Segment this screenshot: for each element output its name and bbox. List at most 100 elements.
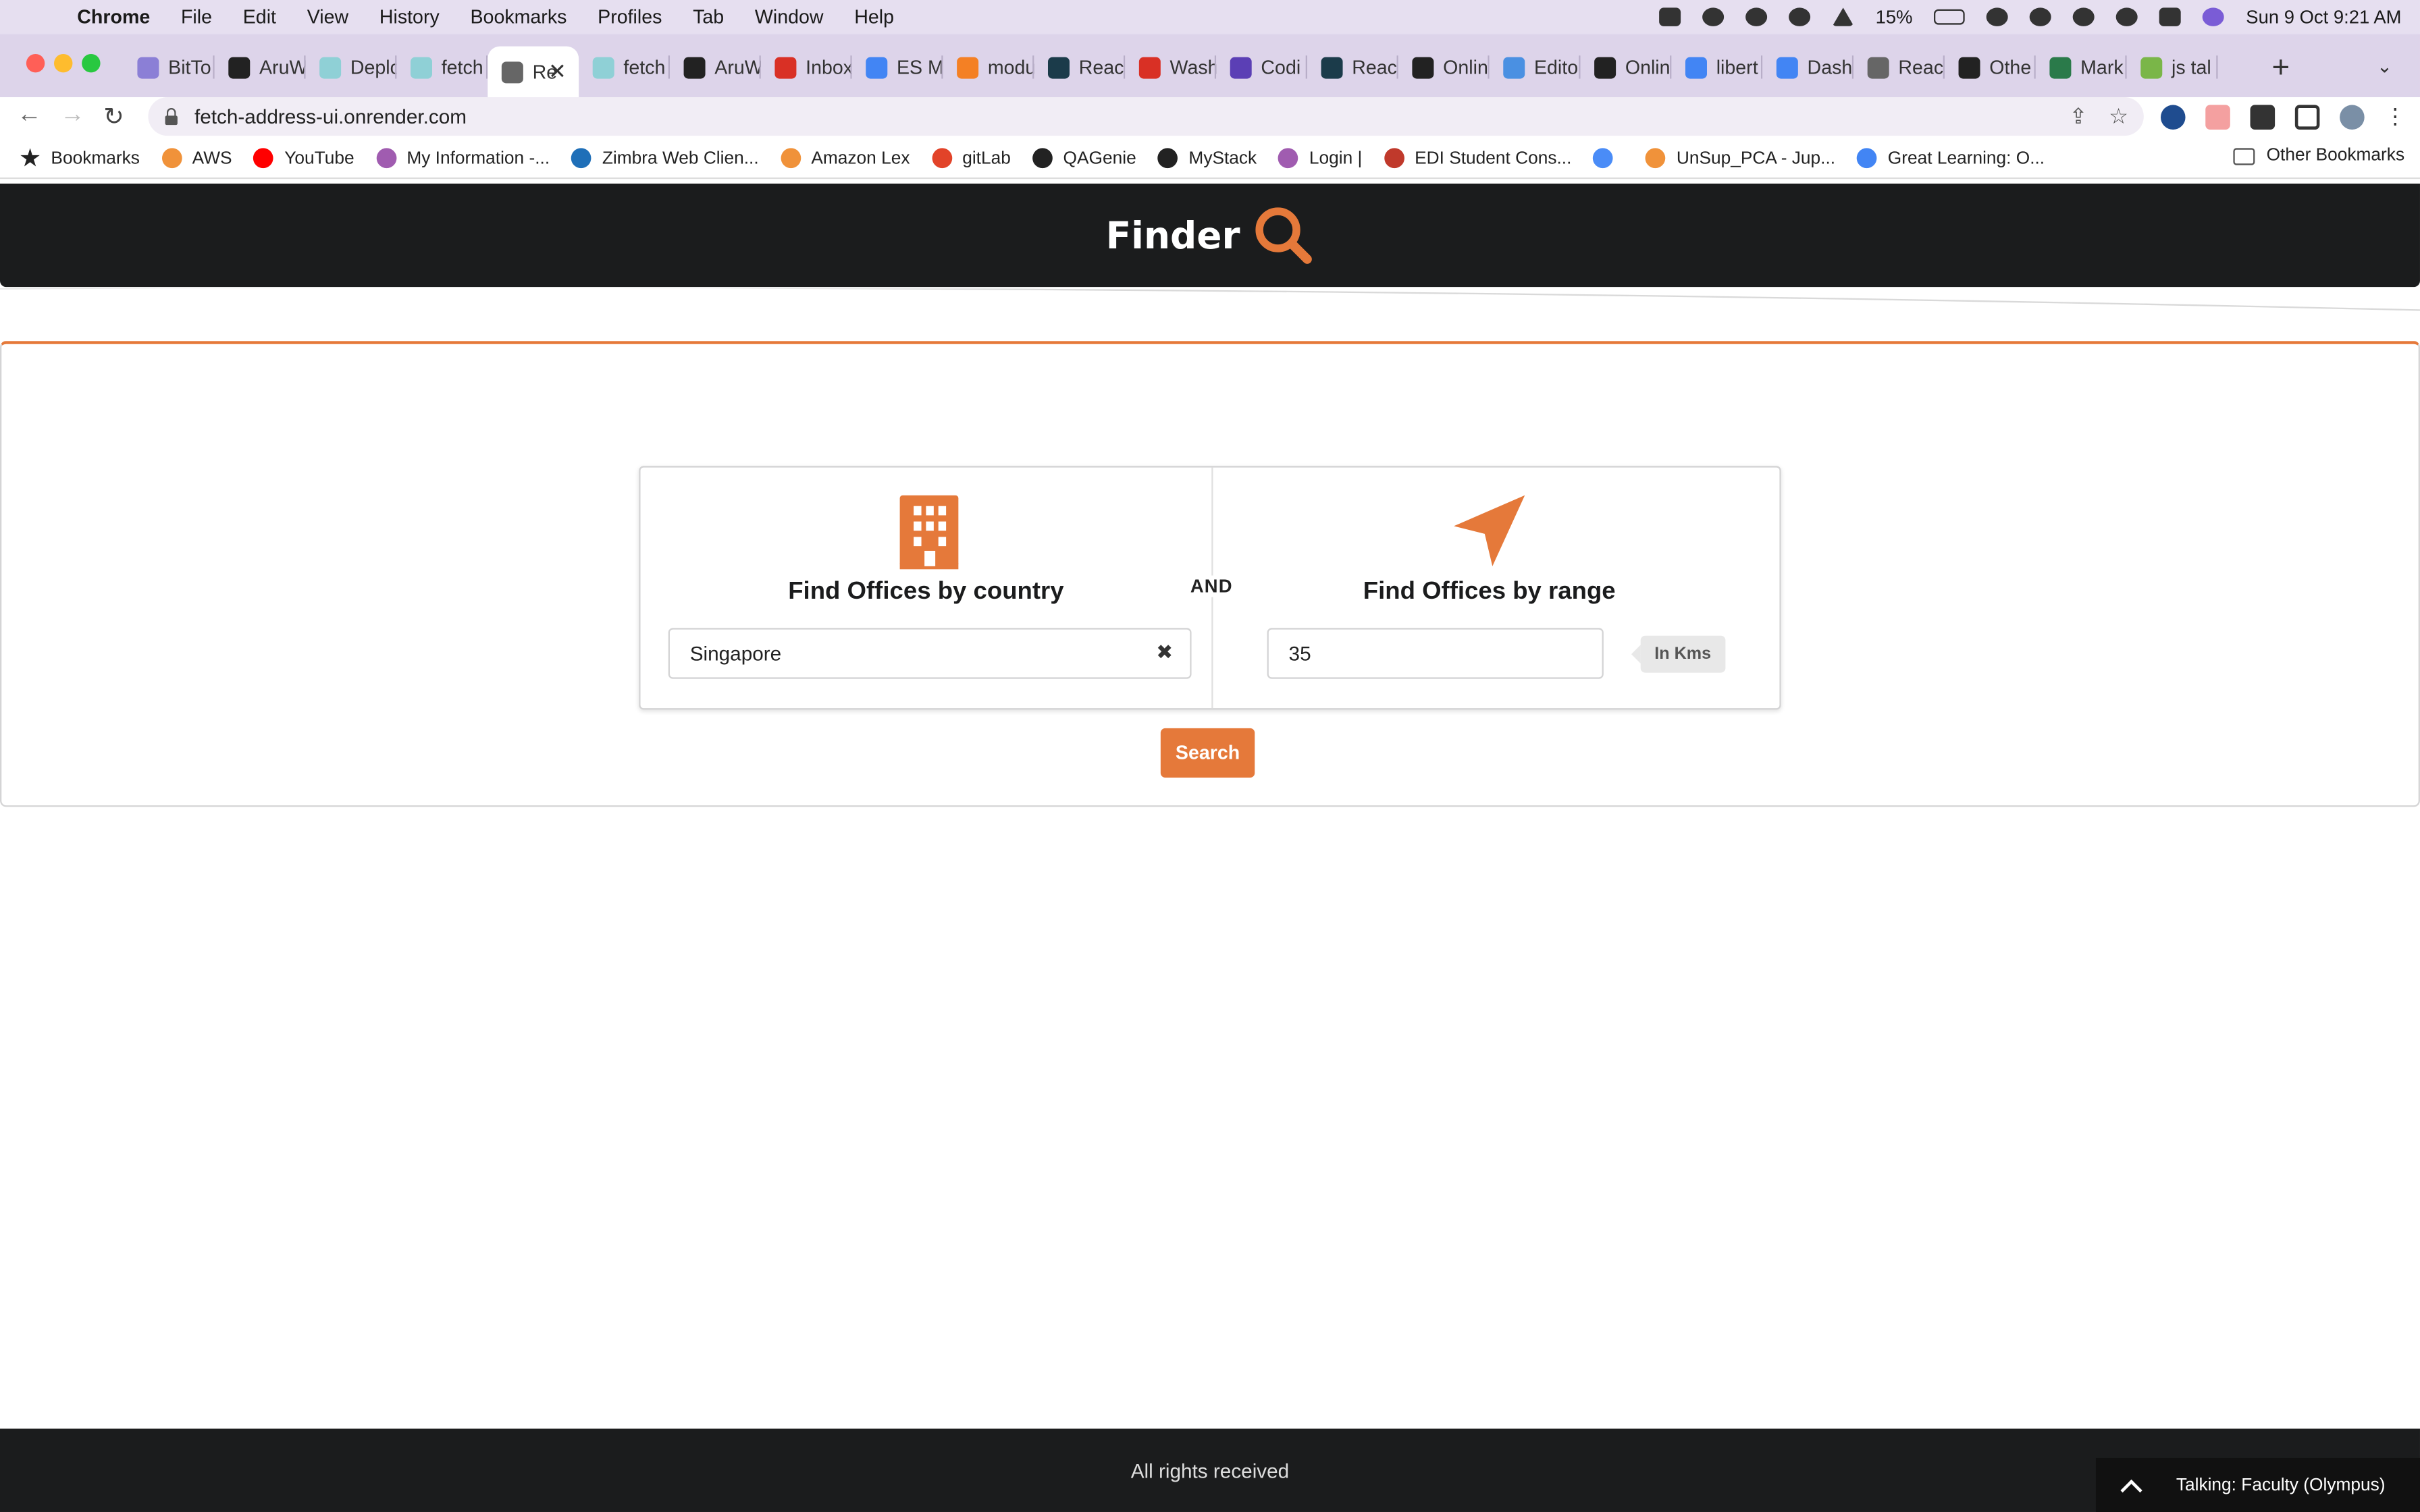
menu-item-view[interactable]: View [307, 6, 348, 28]
sync-icon[interactable] [1789, 7, 1811, 26]
browser-tab[interactable]: Onlin [1581, 47, 1672, 88]
browser-tab[interactable]: fetch [396, 47, 488, 88]
browser-tab[interactable]: Edito [1490, 47, 1581, 88]
side-panel-icon[interactable] [2294, 104, 2320, 129]
chevron-up-icon[interactable] [2120, 1478, 2142, 1501]
clear-icon[interactable]: ✖ [1156, 641, 1173, 666]
browser-tab[interactable]: ES M [852, 47, 943, 88]
new-tab-icon[interactable]: + [2272, 51, 2290, 86]
camera-icon[interactable] [1659, 7, 1681, 26]
bookmark-item[interactable]: MyStack [1157, 148, 1257, 169]
wifi-icon[interactable] [1987, 7, 2009, 26]
bookmark-item[interactable]: UnSup_PCA - Jup... [1646, 148, 1835, 169]
menu-item-bookmarks[interactable]: Bookmarks [470, 6, 567, 28]
bookmark-item[interactable]: EDI Student Cons... [1384, 148, 1571, 169]
menu-item-history[interactable]: History [379, 6, 440, 28]
browser-tab[interactable]: Re ✕ [488, 46, 579, 97]
section-divider [0, 288, 2420, 311]
minimize-window-button[interactable] [53, 53, 73, 73]
browser-tab[interactable]: AruW [670, 47, 761, 88]
avatar[interactable] [2340, 104, 2365, 129]
favicon-icon [1047, 56, 1070, 78]
country-select[interactable]: Singapore ✖ [668, 628, 1192, 679]
bookmark-favicon-icon [1646, 148, 1666, 169]
menu-item-edit[interactable]: Edit [243, 6, 276, 28]
browser-tab[interactable]: Dash [1762, 47, 1854, 88]
user-icon[interactable] [2030, 7, 2052, 26]
favicon-icon [1867, 56, 1889, 78]
browser-tab[interactable]: Mark [2036, 47, 2127, 88]
bookmark-item[interactable]: My Information -... [375, 148, 550, 169]
tab-label: Onlin [1625, 56, 1671, 78]
browser-tab[interactable]: Deplo [306, 47, 397, 88]
browser-tab[interactable]: modu [943, 47, 1034, 88]
browser-tab[interactable]: Reac [1853, 47, 1945, 88]
bookmark-item[interactable]: Zimbra Web Clien... [571, 148, 759, 169]
menu-item-file[interactable]: File [181, 6, 212, 28]
reload-icon[interactable]: ↻ [103, 102, 124, 133]
lock-icon[interactable] [163, 107, 179, 126]
star-icon[interactable]: ☆ [2109, 103, 2128, 130]
favicon-icon [592, 56, 614, 78]
close-window-button[interactable] [26, 53, 45, 73]
menu-item-profiles[interactable]: Profiles [598, 6, 662, 28]
share-icon[interactable]: ⇪ [2069, 103, 2087, 130]
forward-arrow-icon[interactable]: → [60, 102, 85, 130]
bookmark-item[interactable]: Amazon Lex [780, 148, 910, 169]
browser-tab[interactable]: Reac [1034, 47, 1126, 88]
favicon-icon [774, 56, 797, 78]
bookmark-item[interactable]: YouTube [253, 148, 354, 169]
browser-tab[interactable]: AruW [215, 47, 306, 88]
grammarly-icon[interactable] [1745, 7, 1768, 26]
search-button[interactable]: Search [1160, 728, 1255, 778]
extension-icon[interactable] [2160, 104, 2186, 129]
browser-tab[interactable]: Onlin [1398, 47, 1490, 88]
browser-tab[interactable]: libert [1671, 47, 1763, 88]
location-arrow-icon [1454, 495, 1525, 566]
address-bar[interactable]: fetch-address-ui.onrender.com ⇪ ☆ [148, 97, 2144, 136]
menu-item-tab[interactable]: Tab [693, 6, 724, 28]
bookmark-item[interactable]: QAGenie [1032, 148, 1136, 169]
browser-tab[interactable]: Inbox [761, 47, 852, 88]
menu-item-chrome[interactable]: Chrome [77, 6, 150, 28]
spotlight-icon[interactable] [2116, 7, 2138, 26]
battery-icon[interactable] [1934, 9, 1966, 25]
browser-tab[interactable]: fetch [579, 47, 670, 88]
other-bookmarks[interactable]: Other Bookmarks [2232, 146, 2404, 165]
bookmark-item[interactable]: Bookmarks [20, 148, 140, 168]
macos-menu-bar: Chrome File Edit View History Bookmarks Profil… [0, 0, 2420, 34]
browser-tab[interactable]: Othe [1945, 47, 2036, 88]
puzzle-icon[interactable] [2250, 104, 2276, 129]
browser-tab[interactable]: Wash [1125, 47, 1217, 88]
location-icon[interactable] [1702, 7, 1725, 26]
menu-item-help[interactable]: Help [854, 6, 894, 28]
folder-icon [2232, 147, 2255, 165]
range-input[interactable]: 35 [1267, 628, 1604, 679]
maximize-window-button[interactable] [82, 53, 101, 73]
tab-label: ES M [896, 56, 943, 78]
chevron-down-icon[interactable]: ⌄ [2377, 55, 2392, 77]
bookmark-item[interactable]: Login | [1278, 148, 1362, 169]
bookmark-item[interactable] [1593, 148, 1624, 169]
bookmark-favicon-icon [1384, 148, 1404, 169]
bookmark-item[interactable]: Great Learning: O... [1857, 148, 2045, 169]
browser-tab[interactable]: js tal [2127, 47, 2218, 88]
favicon-icon [137, 56, 159, 78]
control-center-icon[interactable] [2159, 7, 2182, 26]
bookmark-label: YouTube [284, 148, 354, 167]
browser-tab[interactable]: Codi [1216, 47, 1307, 88]
browser-tab[interactable]: Reac [1307, 47, 1398, 88]
vlc-icon[interactable] [1832, 7, 1854, 26]
back-arrow-icon[interactable]: ← [17, 102, 42, 130]
talking-indicator[interactable]: Talking: Faculty (Olympus) [2095, 1457, 2420, 1512]
time-machine-icon[interactable] [2073, 7, 2095, 26]
close-tab-icon[interactable]: ✕ [548, 59, 567, 85]
bookmark-item[interactable]: gitLab [931, 148, 1011, 169]
extension-icon[interactable] [2205, 104, 2230, 129]
siri-icon[interactable] [2203, 7, 2225, 26]
more-menu-icon[interactable]: ⋮ [2384, 103, 2406, 130]
menu-item-window[interactable]: Window [755, 6, 824, 28]
browser-tab[interactable]: BitTo [124, 47, 215, 88]
bookmark-item[interactable]: AWS [161, 148, 232, 169]
search-panel: AND Find Offices by country Singapore ✖ … [639, 466, 1781, 710]
